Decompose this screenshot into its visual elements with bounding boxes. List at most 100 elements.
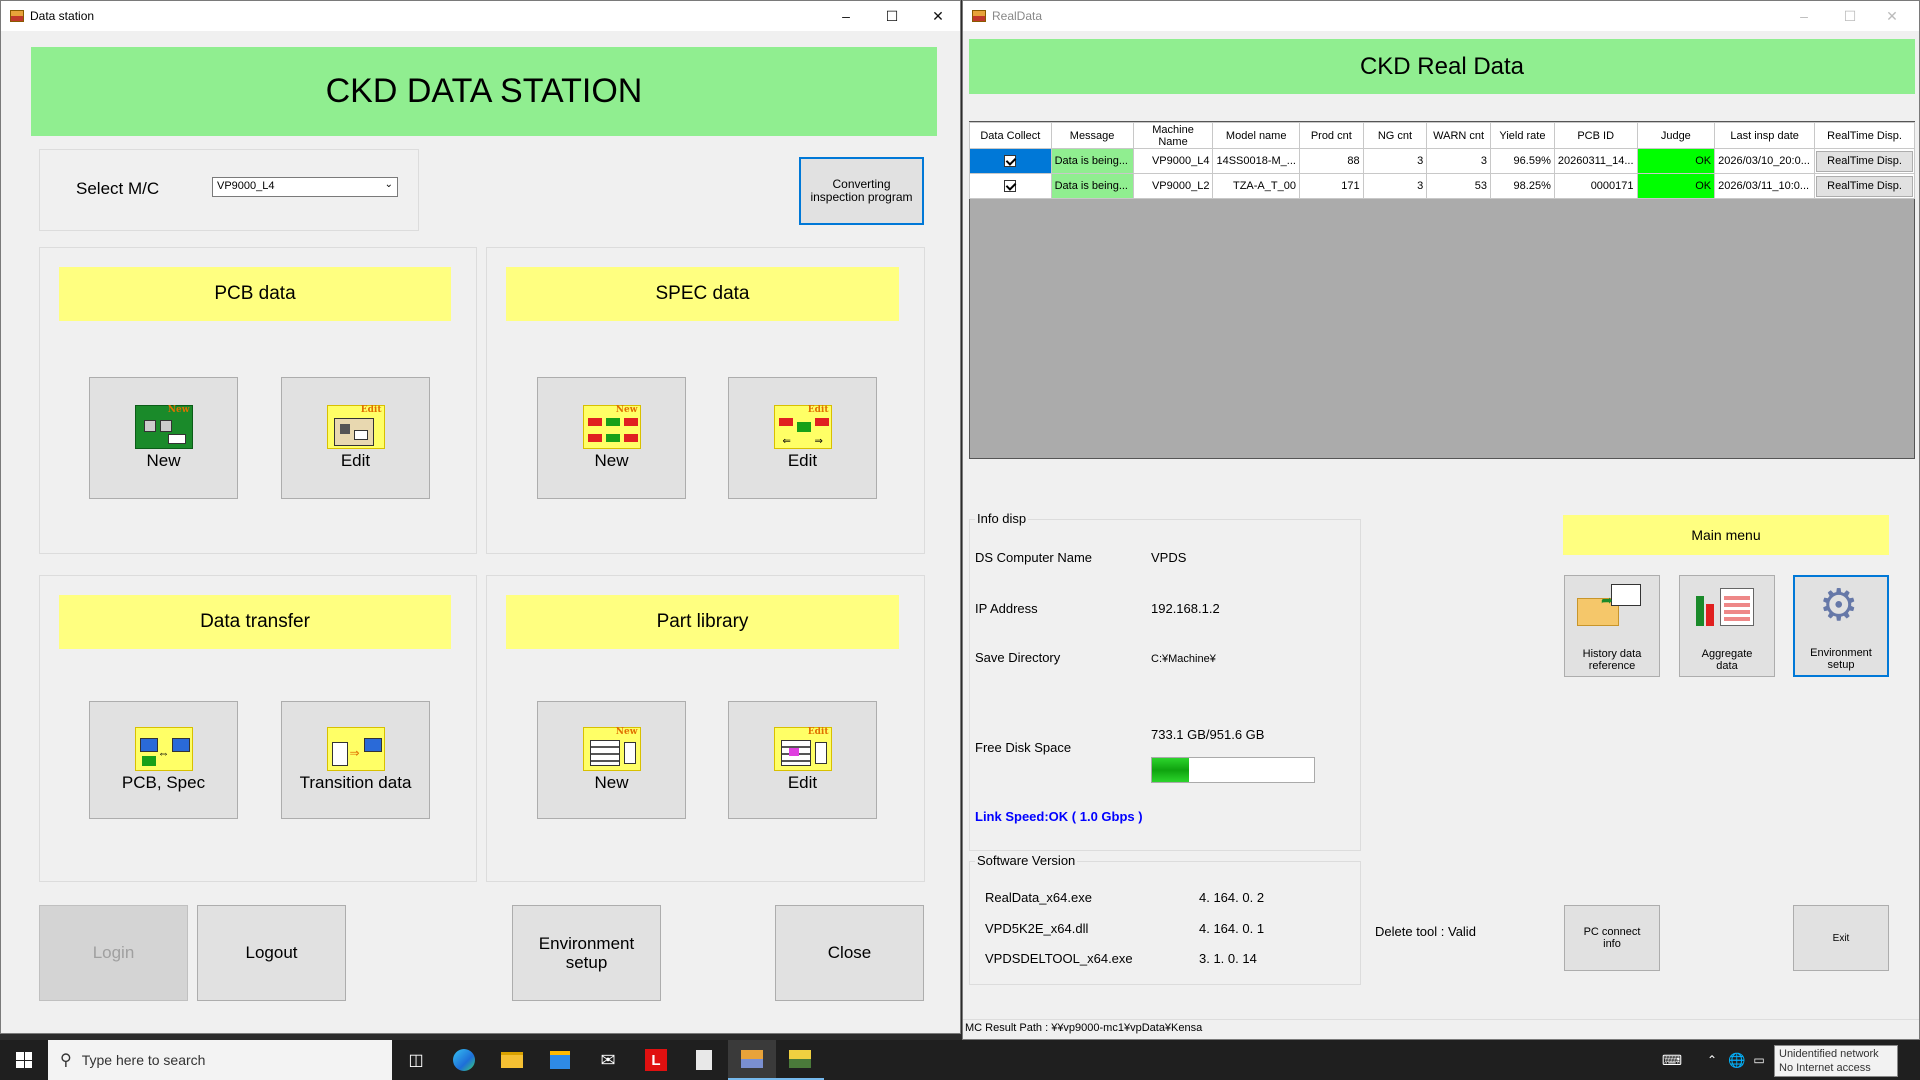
- document-icon[interactable]: [680, 1040, 728, 1080]
- col-message[interactable]: Message: [1050, 122, 1134, 149]
- minimize-icon[interactable]: –: [1781, 1, 1827, 31]
- select-mc-dropdown[interactable]: VP9000_L4 ⌄: [212, 177, 398, 197]
- data-grid: Data Collect Message Machine Name Model …: [969, 122, 1915, 199]
- network-tooltip: Unidentified network No Internet access: [1774, 1045, 1898, 1077]
- col-prod-cnt[interactable]: Prod cnt: [1298, 122, 1364, 149]
- spec-edit-button[interactable]: Edit ⇐ ⇒ Edit: [728, 377, 877, 499]
- main-environment-setup-label: Environment setup: [1810, 647, 1872, 671]
- aggregate-chart-icon: [1696, 584, 1756, 628]
- spec-new-label: New: [594, 451, 629, 470]
- transition-data-button[interactable]: ⇒ Transition data: [281, 701, 430, 819]
- pcb-edit-button[interactable]: Edit Edit: [281, 377, 430, 499]
- network-status-line-2: No Internet access: [1779, 1062, 1871, 1074]
- realtime-cell: RealTime Disp.: [1814, 173, 1915, 199]
- edge-browser-icon[interactable]: [440, 1040, 488, 1080]
- page-title: CKD DATA STATION: [31, 47, 937, 136]
- mail-icon[interactable]: ✉: [584, 1040, 632, 1080]
- data-collect-cell[interactable]: [969, 173, 1052, 199]
- transfer-pcb-spec-button[interactable]: ⇔ PCB, Spec: [89, 701, 238, 819]
- chevron-up-icon[interactable]: ⌃: [1700, 1040, 1724, 1080]
- data-transfer-title: Data transfer: [59, 595, 451, 649]
- pcb-id-cell: 0000171: [1553, 173, 1638, 199]
- realdata-taskbar-icon[interactable]: [776, 1040, 824, 1080]
- col-model-name[interactable]: Model name: [1212, 122, 1300, 149]
- minimize-icon[interactable]: –: [823, 1, 869, 31]
- col-warn-cnt[interactable]: WARN cnt: [1426, 122, 1492, 149]
- library-edit-label: Edit: [787, 773, 818, 792]
- app-icon: [10, 10, 24, 22]
- col-last-insp-date[interactable]: Last insp date: [1714, 122, 1816, 149]
- software-version: 4. 164. 0. 2: [1199, 890, 1265, 905]
- logout-label: Logout: [245, 943, 298, 962]
- maximize-icon[interactable]: ☐: [869, 1, 915, 31]
- history-data-button[interactable]: ➦ History data reference: [1564, 575, 1660, 677]
- realtime-disp-button[interactable]: RealTime Disp.: [1816, 175, 1913, 197]
- col-data-collect[interactable]: Data Collect: [969, 122, 1052, 149]
- network-icon[interactable]: 🌐: [1726, 1040, 1748, 1080]
- title-bar[interactable]: RealData – ☐ ✕: [963, 1, 1919, 31]
- spec-new-button[interactable]: New New: [537, 377, 686, 499]
- col-judge[interactable]: Judge: [1636, 122, 1716, 149]
- ng-cell: 3: [1362, 148, 1428, 174]
- pc-connect-info-button[interactable]: PC connect info: [1564, 905, 1660, 971]
- logout-button[interactable]: Logout: [197, 905, 346, 1001]
- aggregate-data-label: Aggregate data: [1701, 648, 1753, 672]
- edit-tag: Edit: [360, 405, 382, 415]
- search-box[interactable]: ⚲ Type here to search: [48, 1040, 392, 1080]
- aggregate-data-button[interactable]: Aggregate data: [1679, 575, 1775, 677]
- disk-space-bar: [1151, 757, 1315, 783]
- page-title-text: CKD DATA STATION: [325, 72, 643, 110]
- converting-label: Converting inspection program: [810, 177, 913, 204]
- maximize-icon[interactable]: ☐: [1827, 1, 1873, 31]
- library-edit-icon: Edit: [773, 727, 832, 771]
- close-button[interactable]: Close: [775, 905, 924, 1001]
- data-collect-cell[interactable]: [969, 148, 1052, 174]
- checkbox[interactable]: [1004, 155, 1017, 168]
- pcb-new-button[interactable]: New New: [89, 377, 238, 499]
- col-realtime-disp[interactable]: RealTime Disp.: [1814, 122, 1915, 149]
- pc-connect-info-label: PC connect info: [1583, 926, 1641, 950]
- spec-data-title: SPEC data: [506, 267, 899, 321]
- keyboard-icon[interactable]: ⌨: [1654, 1040, 1690, 1080]
- login-label: Login: [92, 943, 135, 962]
- data-station-taskbar-icon[interactable]: [728, 1040, 776, 1080]
- windows-start-icon[interactable]: [0, 1040, 48, 1080]
- search-placeholder: Type here to search: [81, 1052, 206, 1068]
- library-edit-button[interactable]: Edit Edit: [728, 701, 877, 819]
- pcb-data-title: PCB data: [59, 267, 451, 321]
- last-insp-cell: 2026/03/11_10:0...: [1714, 173, 1816, 199]
- part-library-title: Part library: [506, 595, 899, 649]
- realtime-disp-button[interactable]: RealTime Disp.: [1816, 150, 1913, 172]
- computer-name-label: DS Computer Name: [975, 550, 1093, 565]
- status-bar: MC Result Path : ¥¥vp9000-mc1¥vpData¥Ken…: [963, 1019, 1919, 1039]
- main-environment-setup-button[interactable]: ⚙ Environment setup: [1793, 575, 1889, 677]
- pcb-edit-icon: Edit: [326, 405, 385, 449]
- login-button[interactable]: Login: [39, 905, 188, 1001]
- table-row[interactable]: Data is being... VP9000_L4 14SS0018-M_..…: [969, 148, 1915, 174]
- col-ng-cnt[interactable]: NG cnt: [1362, 122, 1428, 149]
- file-explorer-icon[interactable]: [488, 1040, 536, 1080]
- library-new-label: New: [594, 773, 629, 792]
- task-view-icon[interactable]: ◫: [392, 1040, 440, 1080]
- converting-inspection-button[interactable]: Converting inspection program: [799, 157, 924, 225]
- title-bar[interactable]: Data station – ☐ ✕: [1, 1, 960, 31]
- exit-button[interactable]: Exit: [1793, 905, 1889, 971]
- battery-icon[interactable]: ▭: [1748, 1040, 1770, 1080]
- mc-result-path: MC Result Path : ¥¥vp9000-mc1¥vpData¥Ken…: [965, 1022, 1203, 1034]
- col-yield-rate[interactable]: Yield rate: [1490, 122, 1555, 149]
- close-icon[interactable]: ✕: [1869, 1, 1915, 31]
- library-new-button[interactable]: New New: [537, 701, 686, 819]
- table-row[interactable]: Data is being... VP9000_L2 TZA-A_T_00 17…: [969, 173, 1915, 199]
- col-machine-name[interactable]: Machine Name: [1132, 122, 1214, 149]
- col-pcb-id[interactable]: PCB ID: [1553, 122, 1638, 149]
- app-l-icon[interactable]: L: [632, 1040, 680, 1080]
- chevron-down-icon[interactable]: ⌄: [385, 179, 393, 190]
- machine-cell: VP9000_L2: [1132, 173, 1214, 199]
- pcb-new-icon: New: [134, 405, 193, 449]
- store-icon[interactable]: [536, 1040, 584, 1080]
- history-data-label: History data reference: [1582, 648, 1642, 672]
- checkbox[interactable]: [1004, 180, 1017, 193]
- environment-setup-button[interactable]: Environment setup: [512, 905, 661, 1001]
- judge-cell: OK: [1636, 148, 1716, 174]
- close-icon[interactable]: ✕: [915, 1, 961, 31]
